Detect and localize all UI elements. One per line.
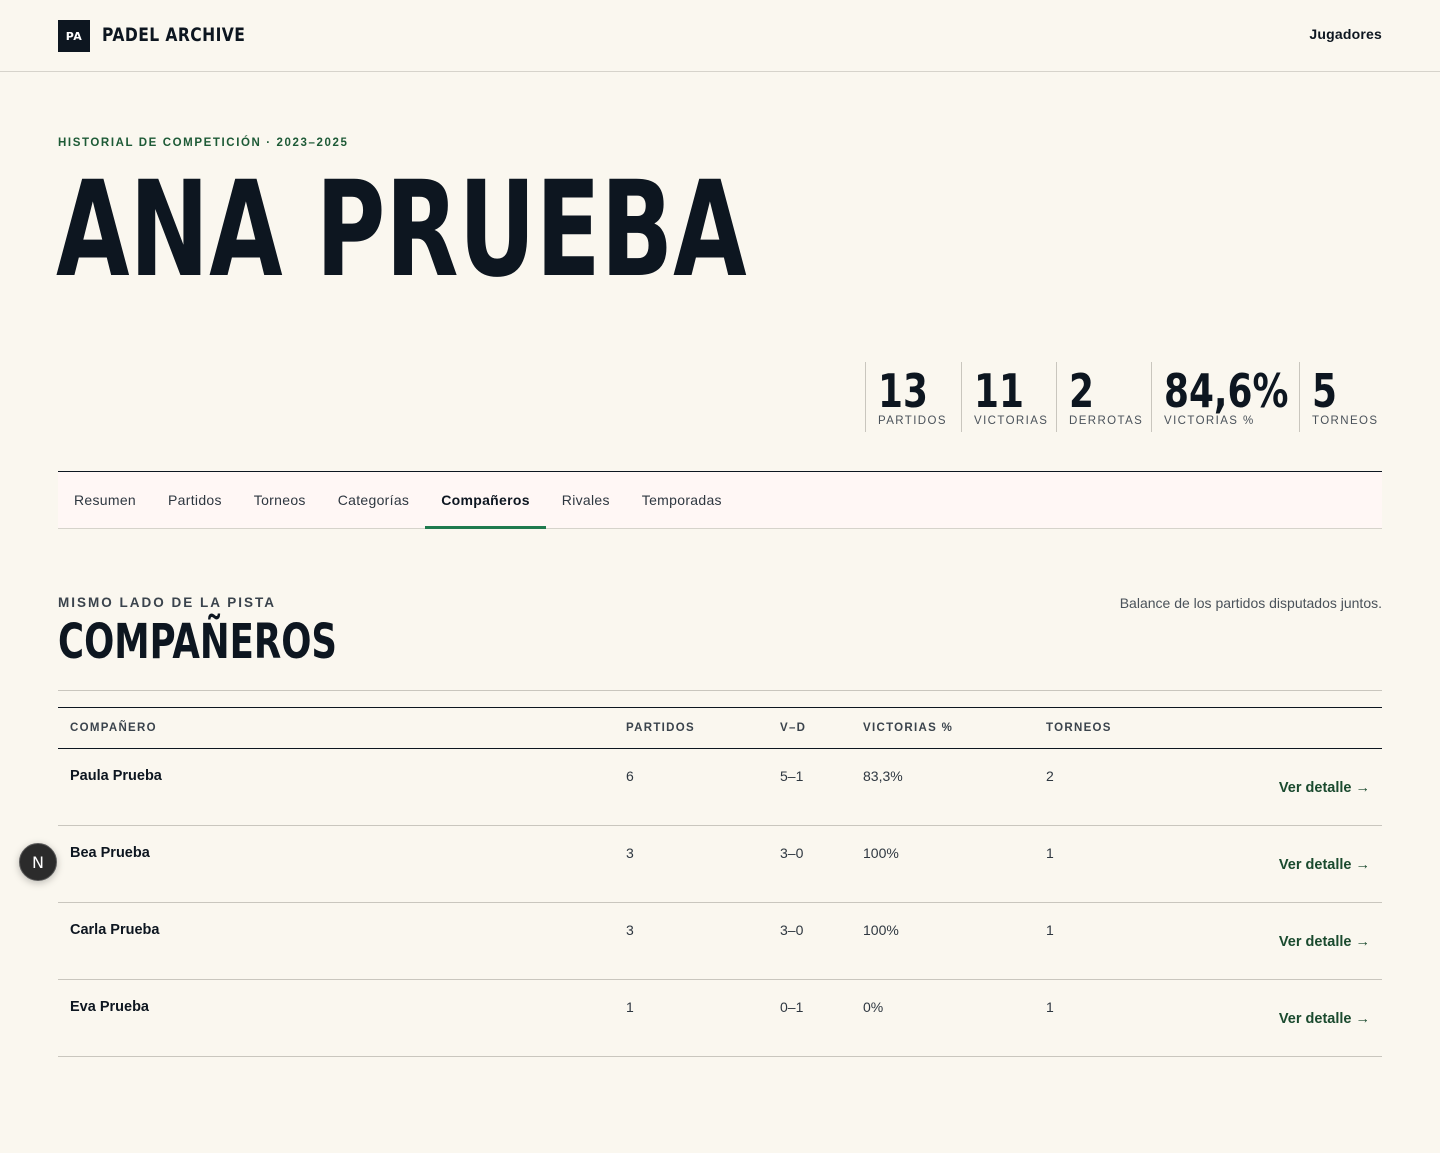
tab-torneos[interactable]: Torneos [238, 472, 322, 528]
partner-win-pct: 100% [863, 922, 899, 938]
partner-name: Eva Prueba [70, 999, 149, 1015]
stat-label: VICTORIAS [974, 415, 1049, 427]
partner-name: Bea Prueba [70, 845, 150, 861]
stat-wins: 11 VICTORIAS [961, 362, 1056, 432]
column-header-wl[interactable]: V–D [780, 722, 806, 734]
tab-categorias[interactable]: Categorías [322, 472, 425, 528]
partner-wl: 3–0 [780, 845, 804, 861]
stat-tournaments: 5 TORNEOS [1299, 362, 1382, 432]
partner-matches: 1 [626, 999, 634, 1015]
partner-tournaments: 1 [1046, 922, 1054, 938]
partner-wl: 3–0 [780, 922, 804, 938]
tab-rivales[interactable]: Rivales [546, 472, 626, 528]
view-detail-link[interactable]: Ver detalle → [1279, 1011, 1370, 1027]
nextjs-icon[interactable]: N [19, 843, 57, 881]
stat-label: TORNEOS [1312, 415, 1379, 427]
hero-eyebrow: HISTORIAL DE COMPETICIÓN · 2023–2025 [58, 137, 349, 149]
nav-link-jugadores[interactable]: Jugadores [1309, 26, 1382, 42]
view-detail-link[interactable]: Ver detalle → [1279, 857, 1370, 873]
partner-win-pct: 100% [863, 845, 899, 861]
partner-win-pct: 83,3% [863, 768, 903, 784]
tab-companeros[interactable]: Compañeros [425, 472, 546, 529]
stat-value: 13 [878, 364, 928, 418]
view-detail-link[interactable]: Ver detalle → [1279, 934, 1370, 950]
logo-text[interactable]: PADEL ARCHIVE [102, 24, 245, 46]
partner-matches: 3 [626, 922, 634, 938]
table-row: Bea Prueba 3 3–0 100% 1 Ver detalle → [58, 826, 1382, 903]
section-eyebrow: MISMO LADO DE LA PISTA [58, 595, 276, 610]
column-header-win-pct[interactable]: VICTORIAS % [863, 722, 953, 734]
partner-matches: 3 [626, 845, 634, 861]
partner-wl: 0–1 [780, 999, 804, 1015]
section-divider [58, 690, 1382, 691]
partner-tournaments: 1 [1046, 999, 1054, 1015]
tab-temporadas[interactable]: Temporadas [626, 472, 738, 528]
stat-value: 2 [1069, 364, 1094, 418]
partner-matches: 6 [626, 768, 634, 784]
partner-name: Carla Prueba [70, 922, 160, 938]
column-header-tournaments[interactable]: TORNEOS [1046, 722, 1112, 734]
column-header-partner[interactable]: COMPAÑERO [70, 722, 157, 734]
stat-losses: 2 DERROTAS [1056, 362, 1151, 432]
stat-label: DERROTAS [1069, 415, 1144, 427]
stats-strip: 13 PARTIDOS 11 VICTORIAS 2 DERROTAS 84,6… [865, 362, 1382, 432]
view-detail-link[interactable]: Ver detalle → [1279, 780, 1370, 796]
table-row: Eva Prueba 1 0–1 0% 1 Ver detalle → [58, 980, 1382, 1057]
partners-table: COMPAÑERO PARTIDOS V–D VICTORIAS % TORNE… [58, 707, 1382, 1057]
stat-value: 5 [1312, 364, 1337, 418]
stat-label: VICTORIAS % [1164, 415, 1255, 427]
top-bar: PA PADEL ARCHIVE Jugadores [0, 0, 1440, 72]
column-header-matches[interactable]: PARTIDOS [626, 722, 695, 734]
table-header: COMPAÑERO PARTIDOS V–D VICTORIAS % TORNE… [58, 707, 1382, 749]
partner-win-pct: 0% [863, 999, 884, 1015]
player-name: ANA PRUEBA [56, 153, 747, 307]
profile-tabs: Resumen Partidos Torneos Categorías Comp… [58, 471, 1382, 529]
section-description: Balance de los partidos disputados junto… [1119, 595, 1382, 611]
stat-label: PARTIDOS [878, 415, 947, 427]
tab-resumen[interactable]: Resumen [58, 472, 152, 528]
logo-mark[interactable]: PA [58, 20, 90, 52]
partner-tournaments: 1 [1046, 845, 1054, 861]
table-row: Carla Prueba 3 3–0 100% 1 Ver detalle → [58, 903, 1382, 980]
stat-value: 11 [974, 364, 1024, 418]
stat-win-pct: 84,6% VICTORIAS % [1151, 362, 1299, 432]
table-row: Paula Prueba 6 5–1 83,3% 2 Ver detalle → [58, 749, 1382, 826]
partner-tournaments: 2 [1046, 768, 1054, 784]
stat-matches: 13 PARTIDOS [865, 362, 961, 432]
tab-partidos[interactable]: Partidos [152, 472, 238, 528]
partner-wl: 5–1 [780, 768, 804, 784]
partner-name: Paula Prueba [70, 768, 162, 784]
section-title: COMPAÑEROS [58, 614, 337, 670]
stat-value: 84,6% [1164, 364, 1289, 418]
